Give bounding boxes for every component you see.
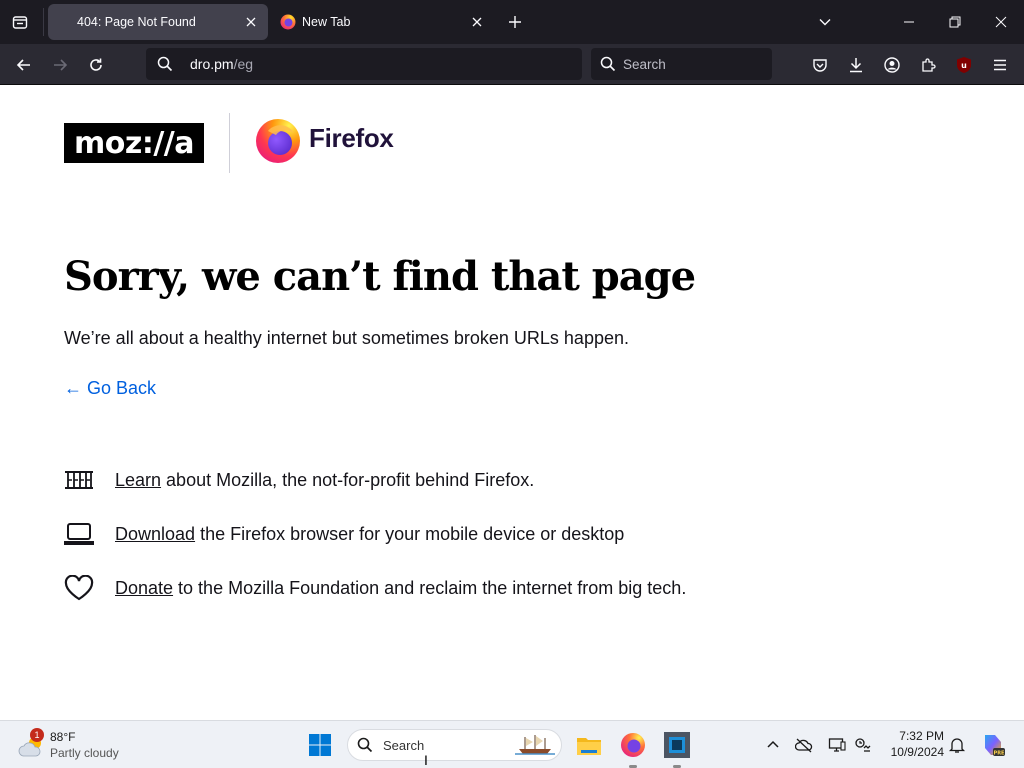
windows-taskbar: 1 88°F Partly cloudy Search 7:32 PM 10/9…: [0, 720, 1024, 768]
svg-text:u: u: [961, 61, 967, 70]
page-subtitle: We’re all about a healthy internet but s…: [64, 328, 629, 348]
firefox-logo-icon: [254, 117, 302, 165]
tab-title: New Tab: [302, 15, 351, 29]
text-cursor-icon: I: [424, 752, 428, 768]
search-box[interactable]: Search: [591, 48, 772, 80]
tab-title: 404: Page Not Found: [77, 15, 196, 29]
laptop-icon: [64, 521, 94, 547]
tab-bar: 404: Page Not Found New Tab: [0, 0, 1024, 44]
page-heading: Sorry, we can’t find that page: [64, 253, 696, 300]
heart-icon: [64, 575, 94, 601]
close-window-button[interactable]: [986, 8, 1016, 36]
go-back-link[interactable]: ← Go Back: [64, 378, 156, 399]
new-tab-button[interactable]: [504, 11, 526, 33]
donate-text: Donate to the Mozilla Foundation and rec…: [115, 578, 686, 599]
list-all-tabs-icon[interactable]: [8, 10, 32, 34]
menu-icon[interactable]: [987, 52, 1013, 78]
display-icon[interactable]: [828, 736, 846, 754]
restore-button[interactable]: [940, 8, 970, 36]
search-highlight-ship-icon: [513, 733, 557, 757]
firefox-taskbar-icon[interactable]: [619, 731, 647, 759]
svg-text:PRE: PRE: [994, 751, 1006, 757]
onedrive-offline-icon[interactable]: [794, 736, 813, 754]
tab-404-page[interactable]: 404: Page Not Found: [48, 4, 268, 40]
download-item: Download the Firefox browser for your mo…: [64, 519, 624, 549]
search-placeholder: Search: [623, 56, 666, 72]
logo-divider: [229, 113, 230, 173]
downloads-icon[interactable]: [843, 52, 869, 78]
mozilla-building-icon: [64, 467, 94, 493]
forward-button[interactable]: [47, 52, 73, 78]
firefox-favicon-icon: [280, 14, 296, 30]
pocket-icon[interactable]: [807, 52, 833, 78]
url-host: dro.pm: [190, 56, 234, 72]
close-tab-icon[interactable]: [244, 15, 258, 29]
taskbar-search-placeholder: Search: [383, 738, 425, 753]
app-window-icon[interactable]: [663, 731, 691, 759]
show-hidden-icons-chevron-up-icon[interactable]: [764, 736, 782, 754]
tabbar-separator: [43, 8, 44, 36]
weather-widget[interactable]: 1 88°F Partly cloudy: [18, 728, 138, 764]
donate-item: Donate to the Mozilla Foundation and rec…: [64, 573, 686, 603]
copilot-icon[interactable]: PRE: [980, 732, 1006, 758]
reload-button[interactable]: [83, 52, 109, 78]
taskbar-search-box[interactable]: Search: [347, 729, 562, 761]
close-tab-icon[interactable]: [470, 15, 484, 29]
weather-condition: Partly cloudy: [50, 746, 119, 760]
download-link[interactable]: Download: [115, 524, 195, 544]
system-clock[interactable]: 7:32 PM 10/9/2024: [880, 728, 944, 760]
firefox-wordmark: Firefox: [309, 123, 394, 153]
learn-text: Learn about Mozilla, the not-for-profit …: [115, 470, 534, 491]
learn-link[interactable]: Learn: [115, 470, 161, 490]
file-explorer-icon[interactable]: [575, 731, 603, 759]
url-path: /eg: [233, 56, 254, 72]
extensions-icon[interactable]: [915, 52, 941, 78]
learn-item: Learn about Mozilla, the not-for-profit …: [64, 465, 534, 495]
clock-time: 7:32 PM: [899, 729, 944, 743]
notification-bell-icon[interactable]: [948, 736, 966, 754]
donate-link[interactable]: Donate: [115, 578, 173, 598]
url-text: dro.pm/eg: [190, 56, 253, 72]
search-icon: [600, 55, 618, 73]
search-icon: [357, 737, 373, 753]
clock-date: 10/9/2024: [890, 745, 944, 759]
address-bar[interactable]: dro.pm/eg: [146, 48, 582, 80]
weather-notification-badge: 1: [30, 728, 44, 742]
tab-new-tab[interactable]: New Tab: [272, 4, 494, 40]
download-text: Download the Firefox browser for your mo…: [115, 524, 624, 545]
back-button[interactable]: [11, 52, 37, 78]
donate-rest: to the Mozilla Foundation and reclaim th…: [173, 577, 687, 598]
learn-rest: about Mozilla, the not-for-profit behind…: [161, 469, 535, 490]
windows-start-icon[interactable]: [308, 733, 332, 757]
minimize-button[interactable]: [894, 8, 924, 36]
chevron-down-icon[interactable]: [815, 12, 835, 32]
navigation-toolbar: dro.pm/eg Search u 1: [0, 44, 1024, 106]
network-volume-icon[interactable]: [854, 736, 872, 754]
search-icon: [157, 55, 175, 73]
account-icon[interactable]: [879, 52, 905, 78]
weather-temperature: 88°F: [50, 730, 76, 744]
mozilla-logo[interactable]: moz://a: [64, 123, 204, 163]
download-rest: the Firefox browser for your mobile devi…: [195, 523, 625, 544]
page-content: moz://a Firefox Sorry, we can’t find tha…: [0, 85, 1024, 720]
ublock-origin-icon[interactable]: u: [951, 52, 977, 78]
